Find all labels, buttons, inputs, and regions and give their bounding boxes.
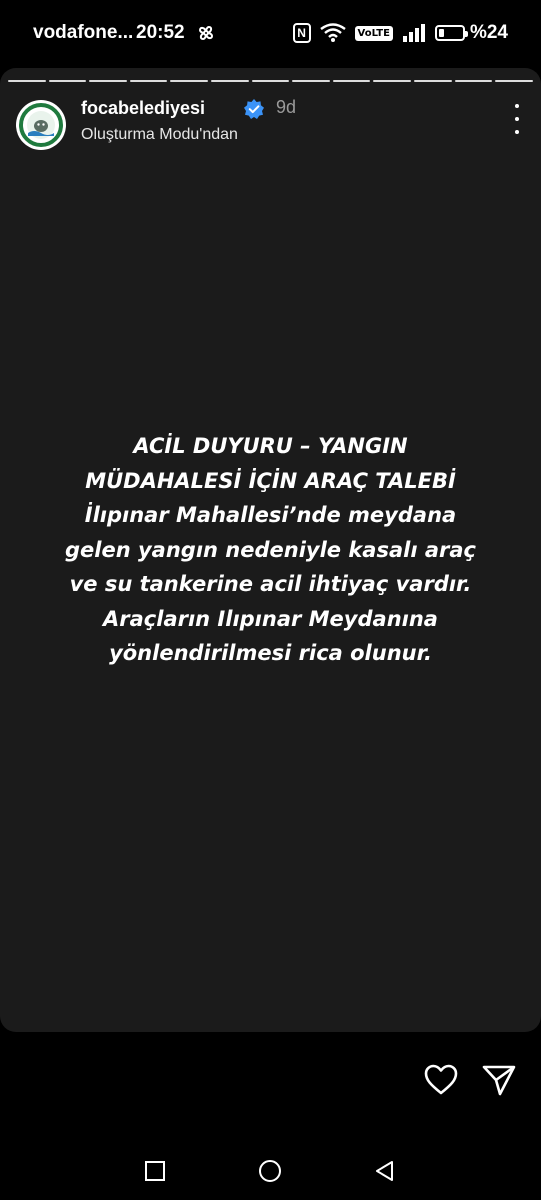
wifi-icon xyxy=(319,23,346,42)
more-options-button[interactable] xyxy=(511,104,523,134)
progress-segment xyxy=(211,80,249,82)
post-age: 9d xyxy=(276,97,297,117)
progress-segment xyxy=(292,80,330,82)
recents-icon[interactable] xyxy=(144,1160,166,1182)
verified-badge-icon xyxy=(244,99,264,119)
progress-segment xyxy=(454,80,493,82)
status-icons: N VoLTE %24 xyxy=(292,20,508,46)
heart-icon[interactable] xyxy=(423,1062,459,1098)
volte-icon: VoLTE xyxy=(354,25,393,41)
progress-segment xyxy=(129,80,168,82)
battery-percent: %24 xyxy=(469,22,508,43)
status-bar: vodafone... 20:52 N VoLTE %24 xyxy=(0,0,541,68)
progress-segment xyxy=(251,80,290,82)
progress-segment xyxy=(170,80,209,82)
nfc-icon: N xyxy=(292,23,311,43)
story-actions xyxy=(0,1032,541,1127)
progress-segment xyxy=(332,80,371,82)
progress-segment xyxy=(8,80,46,82)
home-icon[interactable] xyxy=(258,1159,282,1183)
navigation-bar xyxy=(0,1127,541,1200)
progress-segment xyxy=(495,80,533,82)
username[interactable]: focabelediyesi xyxy=(81,98,205,119)
back-icon[interactable] xyxy=(374,1160,396,1182)
progress-segment xyxy=(414,80,452,82)
story-progress xyxy=(8,80,533,82)
progress-segment xyxy=(373,80,412,82)
battery-icon xyxy=(434,25,468,41)
story-subtitle: Oluşturma Modu'ndan xyxy=(81,126,238,143)
fan-icon xyxy=(198,25,214,41)
announcement-text: ACİL DUYURU – YANGIN MÜDAHALESİ İÇİN ARA… xyxy=(65,434,476,665)
progress-segment xyxy=(89,80,127,82)
more-icon xyxy=(515,104,519,108)
clock: 20:52 xyxy=(136,22,185,43)
send-icon[interactable] xyxy=(481,1062,517,1098)
municipality-logo xyxy=(17,101,65,149)
carrier-label: vodafone... xyxy=(33,22,134,43)
avatar[interactable] xyxy=(16,100,66,150)
progress-segment xyxy=(48,80,87,82)
signal-icon xyxy=(402,24,425,42)
story-viewer[interactable]: focabelediyesi 9d Oluşturma Modu'ndan AC… xyxy=(0,68,541,1032)
